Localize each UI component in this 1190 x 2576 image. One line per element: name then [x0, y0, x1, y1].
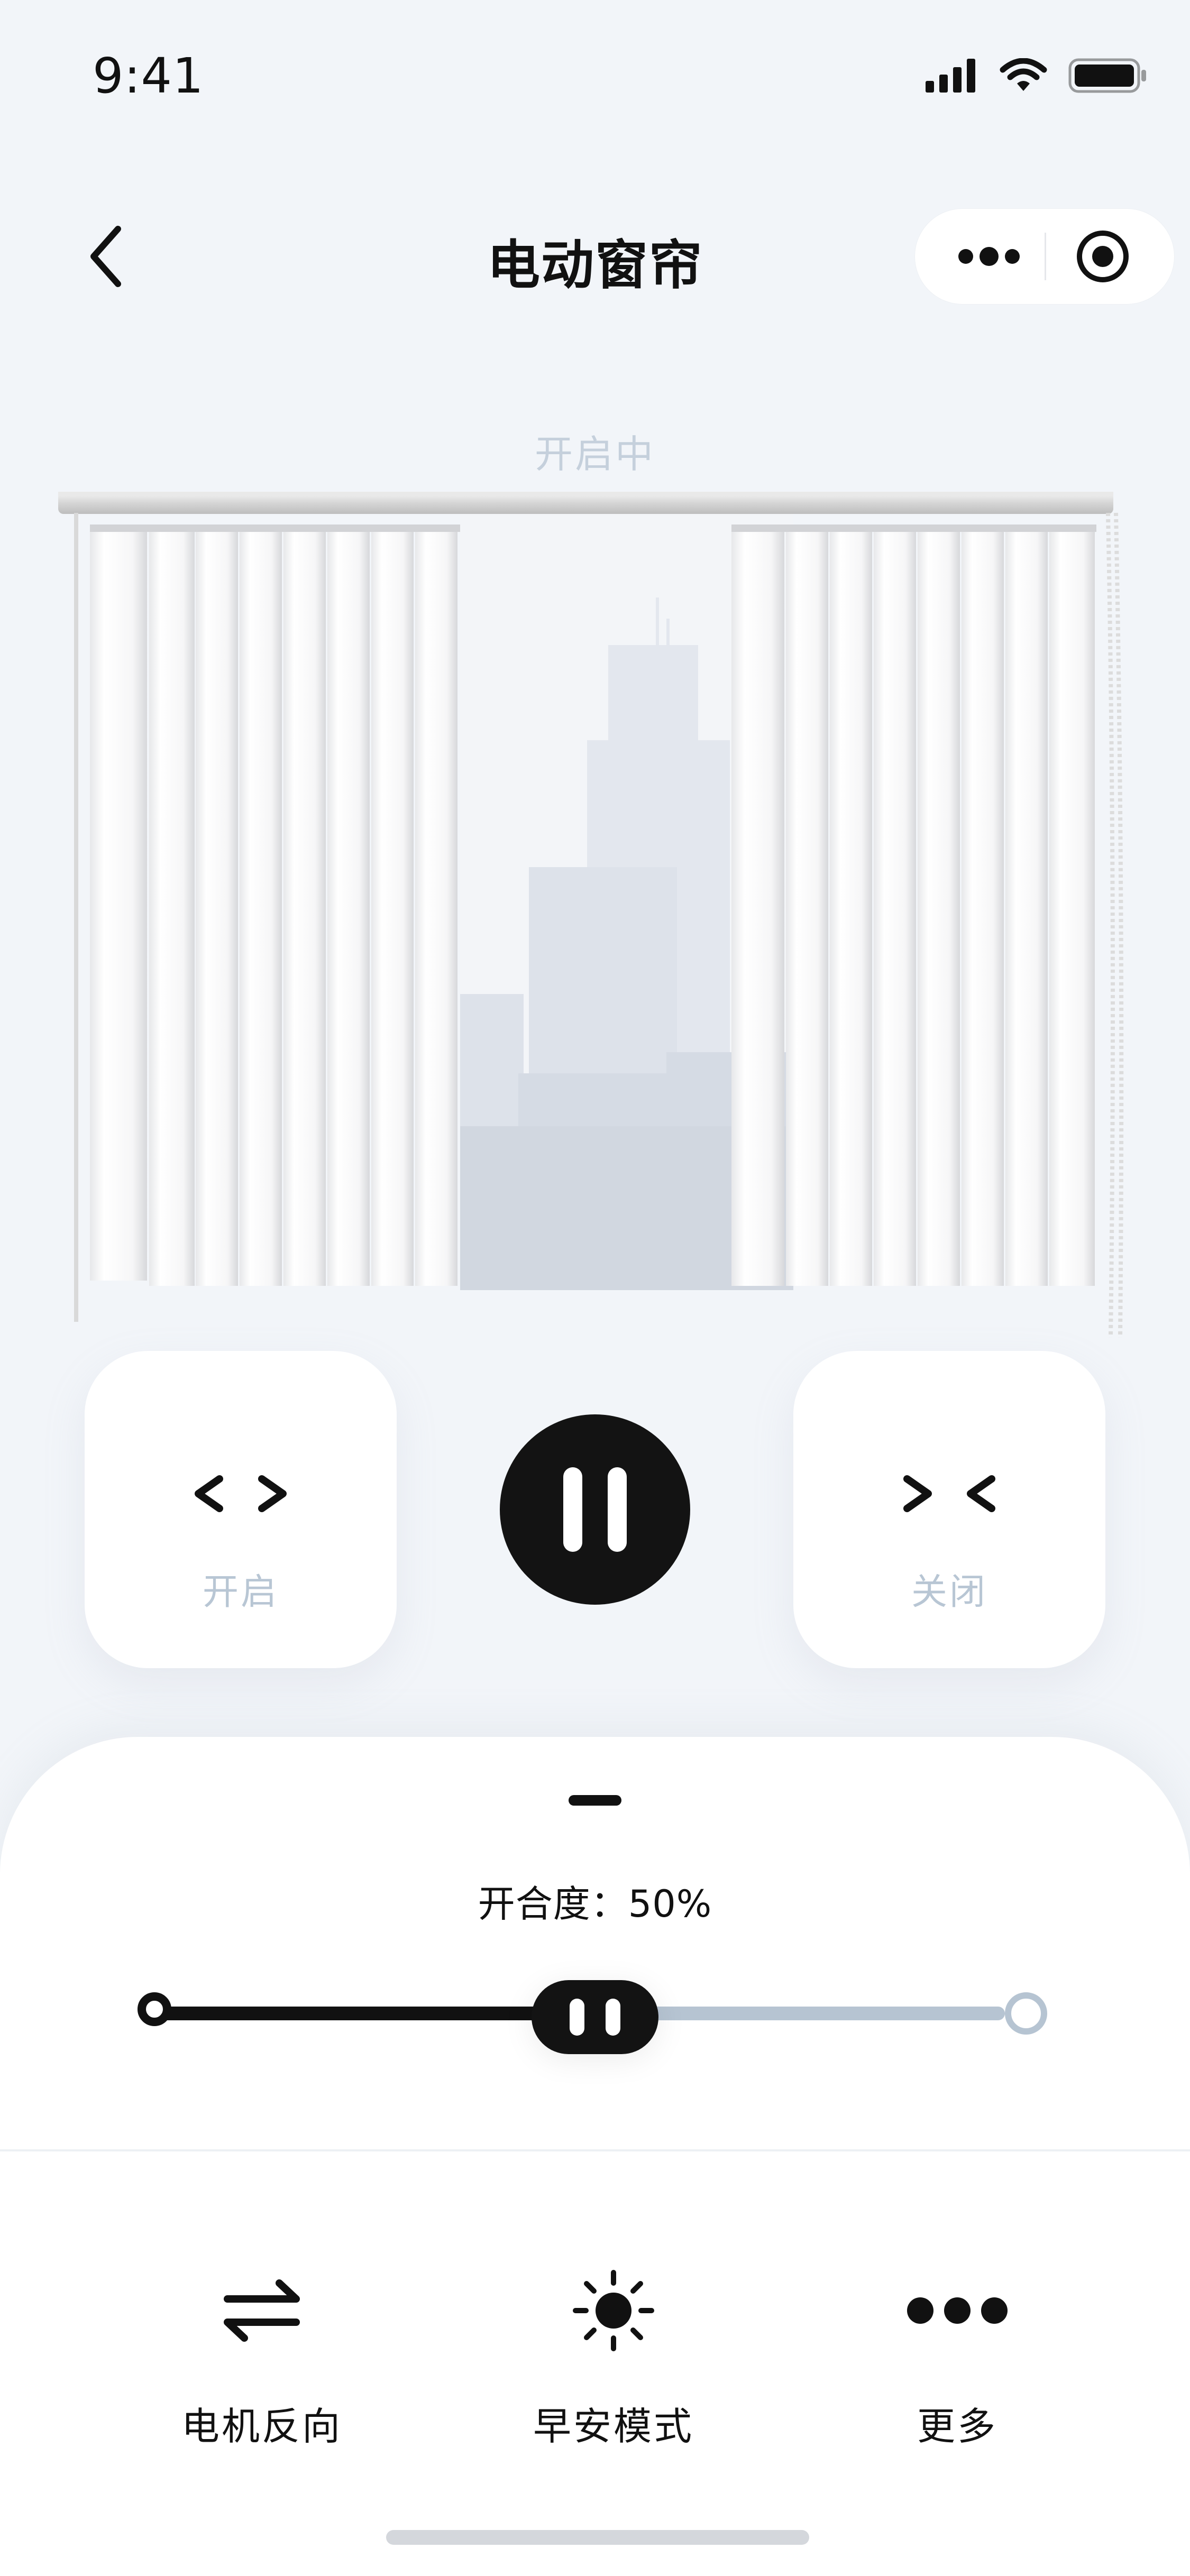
slider-end-dot — [1005, 1992, 1047, 2035]
close-curtain-button[interactable]: 关闭 — [793, 1351, 1105, 1668]
thumb-grip-right — [606, 1999, 620, 2036]
slider-thumb[interactable] — [532, 1980, 658, 2054]
open-arrows-icon — [85, 1467, 397, 1541]
capsule-more-button[interactable] — [952, 241, 1026, 272]
open-label: 开启 — [202, 1571, 279, 1613]
sun-icon — [573, 2270, 654, 2351]
pause-bar-right — [608, 1467, 627, 1552]
pause-bar-left — [563, 1467, 582, 1552]
morning-mode-button[interactable]: 早安模式 — [502, 2231, 725, 2453]
action-label: 更多 — [917, 2404, 997, 2449]
status-icons — [926, 58, 1148, 93]
right-curtain-slats — [731, 525, 1096, 1286]
bead-chain — [1106, 512, 1124, 1338]
thumb-grip-left — [570, 1999, 584, 2036]
motor-reverse-button[interactable]: 电机反向 — [151, 2231, 373, 2453]
open-curtain-button[interactable]: 开启 — [85, 1351, 397, 1668]
mini-program-capsule — [915, 209, 1174, 304]
action-label: 电机反向 — [181, 2404, 342, 2449]
left-curtain-slats — [90, 525, 460, 1286]
home-indicator — [386, 2530, 809, 2545]
slider-track-empty[interactable] — [635, 2007, 1005, 2020]
sheet-handle[interactable] — [569, 1795, 621, 1806]
close-label: 关闭 — [911, 1571, 987, 1613]
sheet-divider — [0, 2149, 1190, 2151]
close-arrows-icon — [793, 1467, 1105, 1541]
slider-track-filled[interactable] — [159, 2007, 561, 2020]
battery-icon — [1068, 58, 1146, 93]
open-degree-label: 开合度：50% — [478, 1882, 712, 1926]
action-label: 早安模式 — [533, 2404, 694, 2449]
pause-button[interactable] — [500, 1414, 690, 1605]
curtain-illustration — [58, 492, 1124, 1338]
more-button[interactable]: 更多 — [846, 2231, 1068, 2453]
more-dots-icon — [958, 247, 1020, 266]
target-icon — [1077, 231, 1129, 282]
more-dots-icon — [907, 2297, 1008, 2324]
swap-arrows-icon — [224, 2279, 300, 2342]
capsule-close-button[interactable] — [1074, 227, 1132, 286]
curtain-status: 开启中 — [534, 432, 655, 476]
status-time: 9:41 — [93, 48, 204, 104]
capsule-divider — [1045, 233, 1046, 280]
signal-icon — [926, 59, 975, 93]
slider-start-dot — [138, 1992, 171, 2026]
wifi-icon — [1000, 58, 1047, 91]
